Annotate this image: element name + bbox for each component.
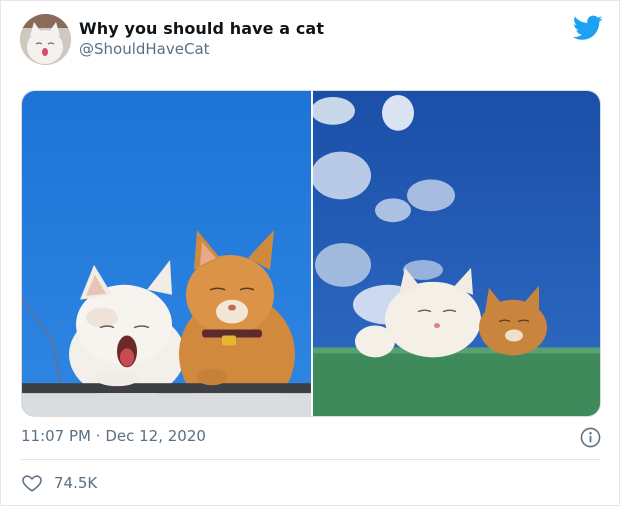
- tweet-card: Why you should have a cat @ShouldHaveCat: [0, 0, 620, 506]
- like-button[interactable]: 74.5K: [21, 472, 97, 494]
- avatar-cat-image: [20, 14, 71, 65]
- info-icon[interactable]: [580, 427, 601, 448]
- tweet-time: 11:07 PM: [21, 427, 91, 445]
- like-count: 74.5K: [54, 474, 98, 492]
- photo-cats-roof[interactable]: [22, 91, 311, 416]
- photo-cats-wall[interactable]: [313, 91, 600, 416]
- twitter-bird-icon[interactable]: [572, 15, 603, 41]
- user-handle[interactable]: @ShouldHaveCat: [79, 40, 210, 58]
- tweet-date: Dec 12, 2020: [105, 427, 206, 445]
- display-name[interactable]: Why you should have a cat: [79, 19, 324, 38]
- tweet-media[interactable]: [21, 90, 601, 417]
- avatar[interactable]: [20, 14, 71, 65]
- heart-icon: [22, 475, 42, 492]
- timestamp-separator: ·: [95, 427, 101, 445]
- divider: [21, 459, 601, 460]
- tweet-timestamp[interactable]: 11:07 PM · Dec 12, 2020: [21, 427, 206, 445]
